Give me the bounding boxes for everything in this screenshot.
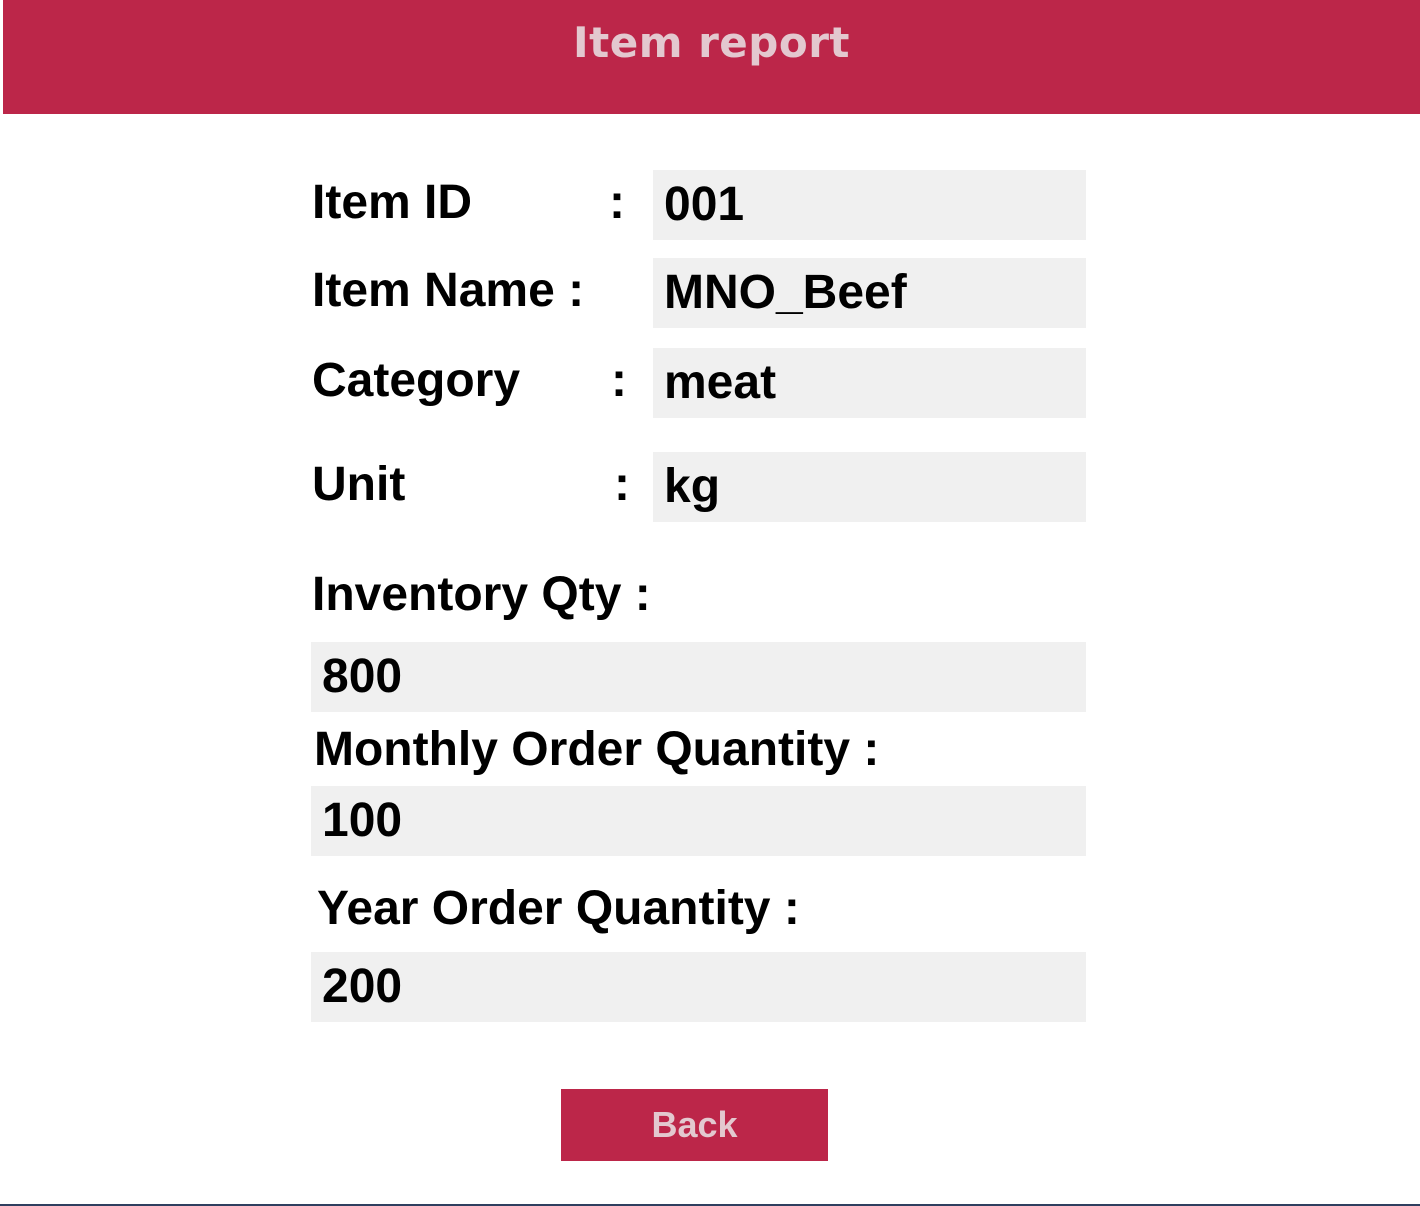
- monthly-order-qty-field: 100: [311, 786, 1086, 856]
- unit-label: Unit: [312, 458, 406, 511]
- back-button[interactable]: Back: [561, 1089, 828, 1161]
- item-id-label: Item ID: [312, 176, 473, 229]
- item-id-colon: :: [609, 176, 625, 229]
- category-label: Category: [312, 354, 521, 407]
- page-title: Item report: [573, 18, 850, 67]
- item-report-window: Item report Item ID : 001 Item Name : MN…: [3, 0, 1420, 1204]
- monthly-order-qty-label: Monthly Order Quantity :: [314, 723, 880, 776]
- year-order-qty-label: Year Order Quantity :: [317, 882, 800, 935]
- inventory-qty-field: 800: [311, 642, 1086, 712]
- category-field: meat: [653, 348, 1086, 418]
- item-name-label: Item Name :: [312, 264, 585, 317]
- category-colon: :: [611, 354, 627, 407]
- year-order-qty-field: 200: [311, 952, 1086, 1022]
- unit-colon: :: [614, 458, 630, 511]
- unit-field: kg: [653, 452, 1086, 522]
- item-name-field: MNO_Beef: [653, 258, 1086, 328]
- header-bar: Item report: [3, 0, 1420, 114]
- inventory-qty-label: Inventory Qty :: [312, 568, 651, 621]
- item-id-field: 001: [653, 170, 1086, 240]
